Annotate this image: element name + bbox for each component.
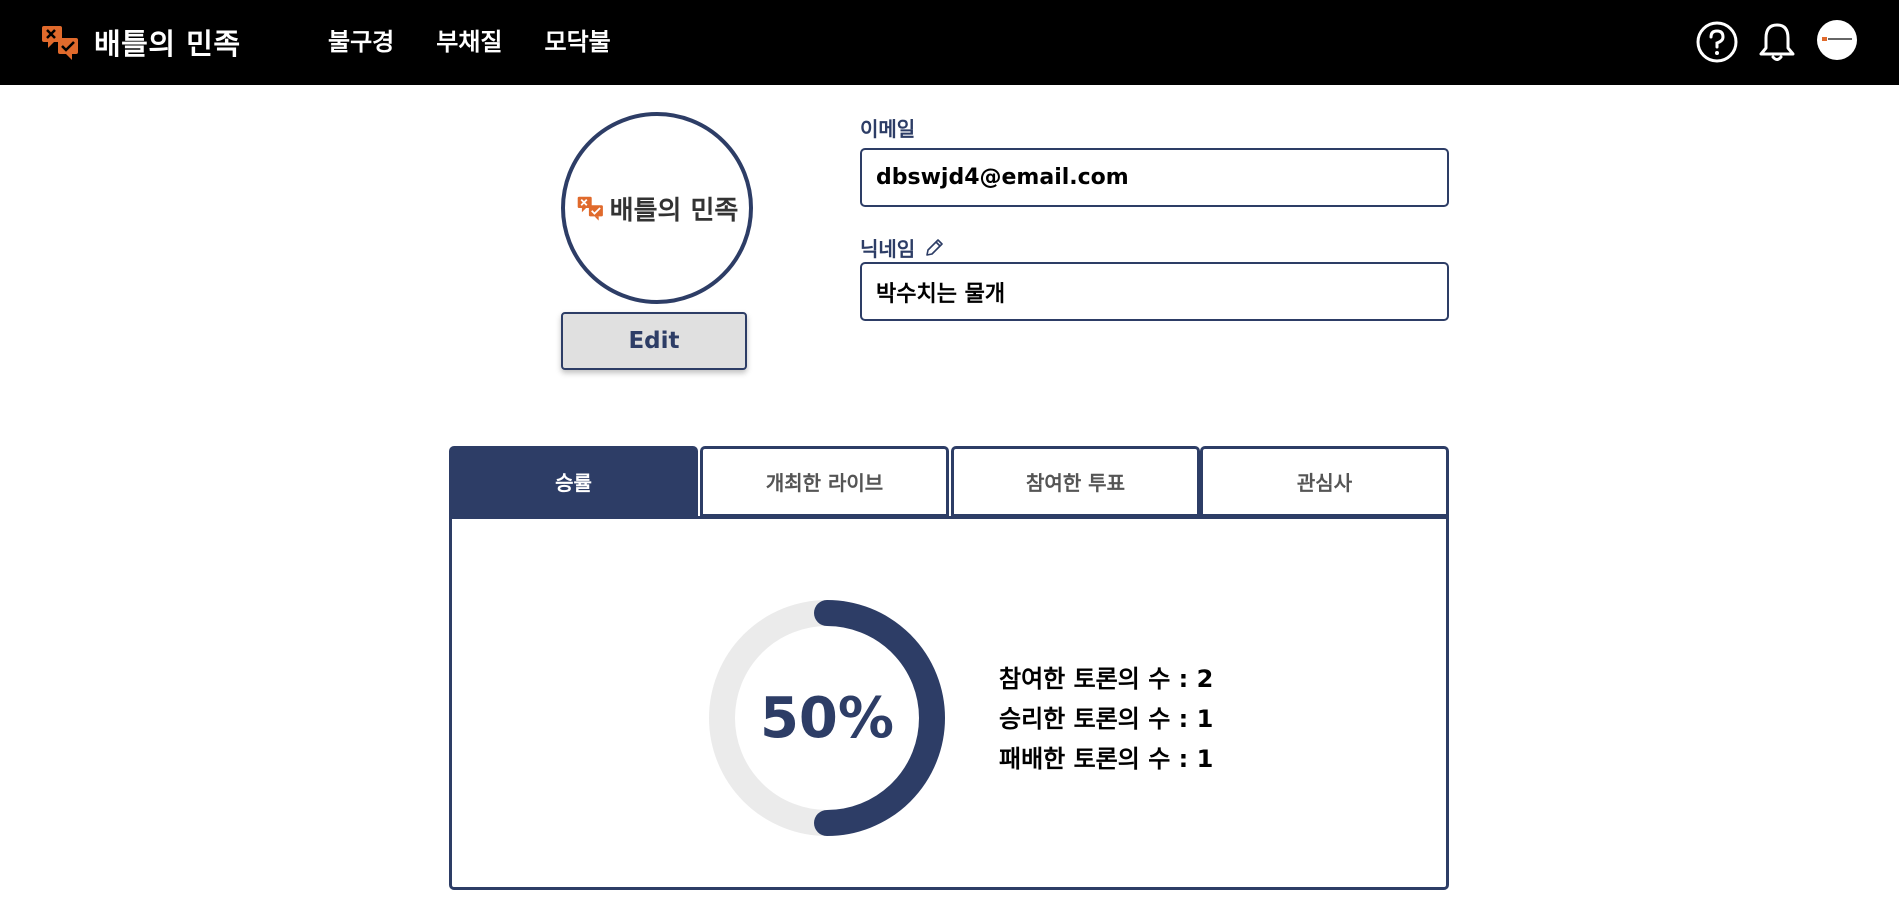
profile-tabs: 승률 개최한 라이브 참여한 투표 관심사 xyxy=(449,446,1449,517)
nickname-label-row: 닉네임 xyxy=(860,233,945,262)
email-label: 이메일 xyxy=(860,117,916,141)
logo-icon xyxy=(577,196,603,221)
nickname-label: 닉네임 xyxy=(860,237,916,261)
top-navbar: 배틀의 민족 불구경 부채질 모닥불 xyxy=(0,0,1899,85)
tab-win-rate[interactable]: 승률 xyxy=(449,446,698,517)
nav-item-buchaejil[interactable]: 부채질 xyxy=(436,24,502,60)
stat-participated: 참여한 토론의 수 : 2 xyxy=(999,665,1214,693)
logo-icon xyxy=(42,26,78,60)
pencil-icon[interactable] xyxy=(923,237,945,259)
main-nav: 불구경 부채질 모닥불 xyxy=(328,24,653,60)
tab-hosted-live[interactable]: 개최한 라이브 xyxy=(700,446,949,517)
profile-image-text: 배틀의 민족 xyxy=(609,195,739,226)
bell-icon[interactable] xyxy=(1755,20,1799,64)
stat-won: 승리한 토론의 수 : 1 xyxy=(999,705,1214,733)
profile-image: 배틀의 민족 xyxy=(561,112,753,304)
brand-name: 배틀의 민족 xyxy=(94,27,241,61)
nav-item-modakbul[interactable]: 모닥불 xyxy=(545,24,611,60)
nickname-field[interactable]: 박수치는 물개 xyxy=(860,262,1449,321)
tab-participated-votes[interactable]: 참여한 투표 xyxy=(951,446,1200,517)
brand[interactable]: 배틀의 민족 xyxy=(40,18,241,66)
edit-profile-button[interactable]: Edit xyxy=(561,312,747,370)
help-circle-icon[interactable] xyxy=(1695,20,1739,64)
win-rate-panel: 50% 참여한 토론의 수 : 2 승리한 토론의 수 : 1 패배한 토론의 … xyxy=(449,516,1449,890)
stat-lost: 패배한 토론의 수 : 1 xyxy=(999,745,1214,773)
avatar-logo-icon xyxy=(1822,37,1852,41)
avatar[interactable] xyxy=(1817,20,1857,60)
email-field: dbswjd4@email.com xyxy=(860,148,1449,207)
debate-stats: 참여한 토론의 수 : 2 승리한 토론의 수 : 1 패배한 토론의 수 : … xyxy=(999,659,1213,779)
tab-interests[interactable]: 관심사 xyxy=(1200,446,1449,517)
win-rate-percent: 50% xyxy=(759,685,895,751)
nav-item-bulgugyeong[interactable]: 불구경 xyxy=(328,24,394,60)
